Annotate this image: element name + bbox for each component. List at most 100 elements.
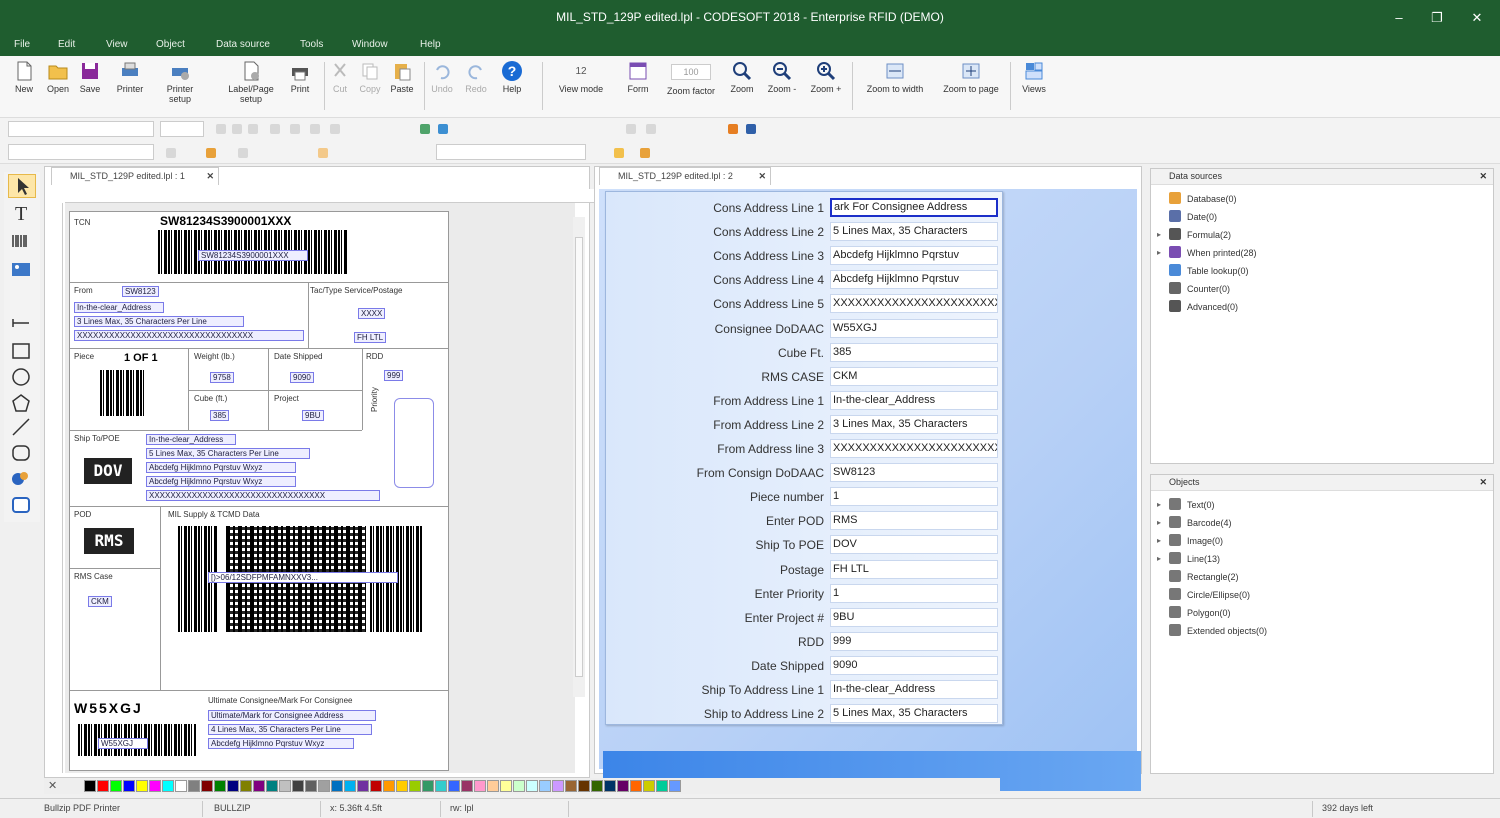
ellipse-tool[interactable] — [8, 366, 36, 390]
date-shipped-value[interactable]: 9090 — [290, 372, 314, 383]
color-swatch[interactable] — [383, 780, 395, 792]
color-swatch[interactable] — [266, 780, 278, 792]
color-swatch[interactable] — [149, 780, 161, 792]
color-swatch[interactable] — [565, 780, 577, 792]
form-field-input[interactable]: SW8123 — [830, 463, 998, 483]
menu-view[interactable]: View — [106, 39, 128, 50]
align-center-icon[interactable] — [290, 124, 300, 134]
ultimate-field-2[interactable]: 4 Lines Max, 35 Characters Per Line — [208, 724, 372, 735]
ship-to-field-1[interactable]: In-the-clear_Address — [146, 434, 236, 445]
form-field-input[interactable]: XXXXXXXXXXXXXXXXXXXXXXXX — [830, 439, 998, 458]
tree-item-circle[interactable]: Circle/Ellipse(0) — [1169, 587, 1250, 603]
maximize-button[interactable]: ❐ — [1422, 8, 1452, 28]
help-button[interactable]: ? Help — [490, 58, 534, 114]
variable-combo[interactable] — [436, 144, 586, 160]
zoom-width-button[interactable]: Zoom to width — [858, 58, 932, 114]
polygon-tool[interactable] — [8, 392, 36, 416]
rdd-value[interactable]: 999 — [384, 370, 404, 381]
tree-item-counter[interactable]: Counter(0) — [1169, 281, 1230, 297]
underline-icon[interactable] — [248, 124, 258, 134]
print-button[interactable]: Print — [278, 58, 322, 114]
tree-item-formula[interactable]: ▸ Formula(2) — [1157, 227, 1231, 243]
views-button[interactable]: Views — [1012, 58, 1056, 114]
group-icon[interactable] — [746, 124, 756, 134]
color-swatch[interactable] — [435, 780, 447, 792]
close-tab-icon[interactable]: ✕ — [758, 168, 766, 184]
folder-icon[interactable] — [614, 148, 624, 158]
zoom-in-button[interactable]: Zoom + — [804, 58, 848, 114]
paste-button[interactable]: Paste — [380, 58, 424, 114]
tree-item-table-lookup[interactable]: Table lookup(0) — [1169, 263, 1249, 279]
object-combo[interactable] — [8, 144, 154, 160]
color-swatch[interactable] — [188, 780, 200, 792]
form-field-input[interactable]: Abcdefg Hijklmno Pqrstuv — [830, 246, 998, 266]
zoom-factor-control[interactable]: 100 Zoom factor — [660, 58, 722, 114]
form-field-input[interactable]: Abcdefg Hijklmno Pqrstuv — [830, 270, 998, 290]
zoom-out-button[interactable]: Zoom - — [760, 58, 804, 114]
tree-item-barcode[interactable]: ▸ Barcode(4) — [1157, 515, 1232, 531]
tree-item-calendar[interactable]: Date(0) — [1169, 209, 1217, 225]
tcn-barcode-text[interactable]: SW81234S3900001XXX — [198, 250, 308, 261]
tree-item-database[interactable]: Database(0) — [1169, 191, 1237, 207]
label-canvas[interactable]: TCN SW81234S3900001XXX SW81234S3900001XX… — [65, 203, 575, 773]
close-tab-icon[interactable]: ✕ — [206, 168, 214, 184]
ship-to-field-5[interactable]: XXXXXXXXXXXXXXXXXXXXXXXXXXXXXXXXX — [146, 490, 380, 501]
label-design[interactable]: TCN SW81234S3900001XXX SW81234S3900001XX… — [69, 211, 449, 771]
color-swatch[interactable] — [526, 780, 538, 792]
piece-barcode[interactable] — [100, 370, 144, 416]
fill-color-icon[interactable] — [206, 148, 216, 158]
form-button[interactable]: Form — [616, 58, 660, 114]
vertical-scrollbar[interactable] — [573, 217, 585, 697]
color-swatch[interactable] — [84, 780, 96, 792]
page-setup-button[interactable]: Label/Page setup — [226, 58, 276, 114]
color-swatch[interactable] — [370, 780, 382, 792]
color-swatch[interactable] — [318, 780, 330, 792]
priority-box[interactable] — [394, 398, 434, 488]
save-button[interactable]: Save — [68, 58, 112, 114]
menu-window[interactable]: Window — [352, 39, 388, 50]
ultimate-field-1[interactable]: Ultimate/Mark for Consignee Address — [208, 710, 376, 721]
font-name-combo[interactable] — [8, 121, 154, 137]
tac-value[interactable]: XXXX — [358, 308, 386, 319]
form-field-input[interactable]: 3 Lines Max, 35 Characters — [830, 414, 998, 434]
select-tool[interactable] — [8, 174, 36, 198]
bold-icon[interactable] — [216, 124, 226, 134]
color-swatch[interactable] — [669, 780, 681, 792]
zoom-page-button[interactable]: Zoom to page — [934, 58, 1008, 114]
form-field-input[interactable]: ark For Consignee Address — [830, 198, 998, 217]
color-swatch[interactable] — [448, 780, 460, 792]
menu-edit[interactable]: Edit — [58, 39, 75, 50]
menu-tools[interactable]: Tools — [300, 39, 323, 50]
close-panel-icon[interactable]: ✕ — [1479, 475, 1487, 489]
color-swatch[interactable] — [487, 780, 499, 792]
ultimate-field-3[interactable]: Abcdefg Hijklmno Pqrstuv Wxyz — [208, 738, 354, 749]
tree-item-text[interactable]: ▸ Text(0) — [1157, 497, 1215, 513]
color-swatch[interactable] — [617, 780, 629, 792]
database-link-icon[interactable] — [438, 124, 448, 134]
from-field-3[interactable]: XXXXXXXXXXXXXXXXXXXXXXXXXXXXXXXXX — [74, 330, 304, 341]
tree-item-extended-objects[interactable]: Extended objects(0) — [1169, 623, 1267, 639]
move-icon[interactable] — [166, 148, 176, 158]
rounded-rect-tool[interactable] — [8, 442, 36, 466]
color-swatch[interactable] — [591, 780, 603, 792]
scroll-thumb[interactable] — [575, 237, 583, 677]
color-swatch[interactable] — [227, 780, 239, 792]
zoom-factor-input[interactable]: 100 — [671, 64, 711, 80]
color-swatch[interactable] — [175, 780, 187, 792]
form-field-input[interactable]: FH LTL — [830, 559, 998, 579]
color-swatch[interactable] — [461, 780, 473, 792]
form-field-input[interactable]: 5 Lines Max, 35 Characters — [830, 704, 998, 724]
printer-button[interactable]: Printer — [108, 58, 152, 114]
ship-to-field-4[interactable]: Abcdefg Hijklmno Pqrstuv Wxyz — [146, 476, 296, 487]
expand-arrow-icon[interactable]: ▸ — [1157, 533, 1161, 549]
tree-item-advanced[interactable]: Advanced(0) — [1169, 299, 1238, 315]
ship-to-field-2[interactable]: 5 Lines Max, 35 Characters Per Line — [146, 448, 310, 459]
form-field-input[interactable]: DOV — [830, 535, 998, 555]
expand-arrow-icon[interactable]: ▸ — [1157, 227, 1161, 243]
bring-front-icon[interactable] — [318, 148, 328, 158]
color-swatch[interactable] — [474, 780, 486, 792]
form-field-input[interactable]: 9090 — [830, 655, 998, 675]
barcode-tool[interactable] — [8, 230, 36, 254]
image-tool[interactable] — [8, 258, 36, 282]
ship-to-code[interactable]: DOV — [84, 458, 132, 484]
